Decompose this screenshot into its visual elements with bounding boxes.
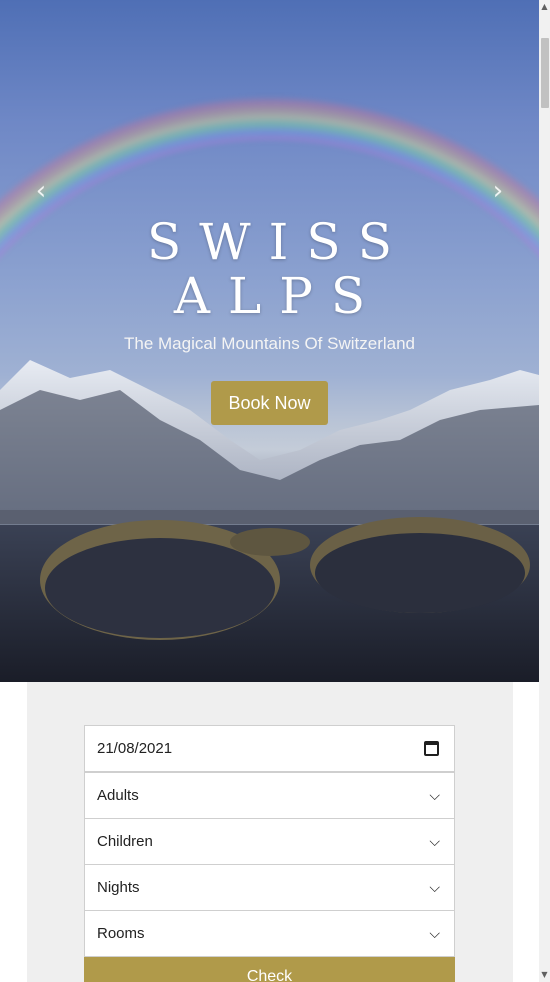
adults-select-label: Adults [97,787,139,804]
hero-banner: ‹ › SWISS ALPS The Magical Mountains Of … [0,0,539,682]
adults-select[interactable]: Adults ⌵ [84,772,455,819]
nights-select-label: Nights [97,879,140,896]
chevron-down-icon: ⌵ [429,879,440,895]
check-in-date-input[interactable]: 21/08/2021 [84,725,455,772]
carousel-prev-arrow-icon[interactable]: ‹ [30,178,52,204]
hero-title-line2: ALPS [173,267,384,325]
scroll-up-arrow-icon[interactable]: ▲ [539,0,550,14]
calendar-icon[interactable] [424,741,439,756]
hero-title-line1: SWISS [146,213,411,271]
chevron-down-icon: ⌵ [429,787,440,803]
scroll-down-arrow-icon[interactable]: ▼ [539,968,550,982]
book-now-button[interactable]: Book Now [211,381,328,425]
booking-form-panel: 21/08/2021 Adults ⌵ Children ⌵ Nights ⌵ … [27,682,513,982]
nights-select[interactable]: Nights ⌵ [84,864,455,911]
chevron-down-icon: ⌵ [429,925,440,941]
children-select-label: Children [97,833,153,850]
carousel-next-arrow-icon[interactable]: › [487,178,509,204]
children-select[interactable]: Children ⌵ [84,818,455,865]
page-scrollbar[interactable] [539,0,550,982]
check-availability-button[interactable]: Check [84,957,455,982]
rooms-select[interactable]: Rooms ⌵ [84,910,455,957]
chevron-down-icon: ⌵ [429,833,440,849]
check-in-date-value: 21/08/2021 [97,740,173,757]
hero-subtitle: The Magical Mountains Of Switzerland [123,334,416,353]
scrollbar-thumb[interactable] [541,38,549,108]
rooms-select-label: Rooms [97,925,145,942]
